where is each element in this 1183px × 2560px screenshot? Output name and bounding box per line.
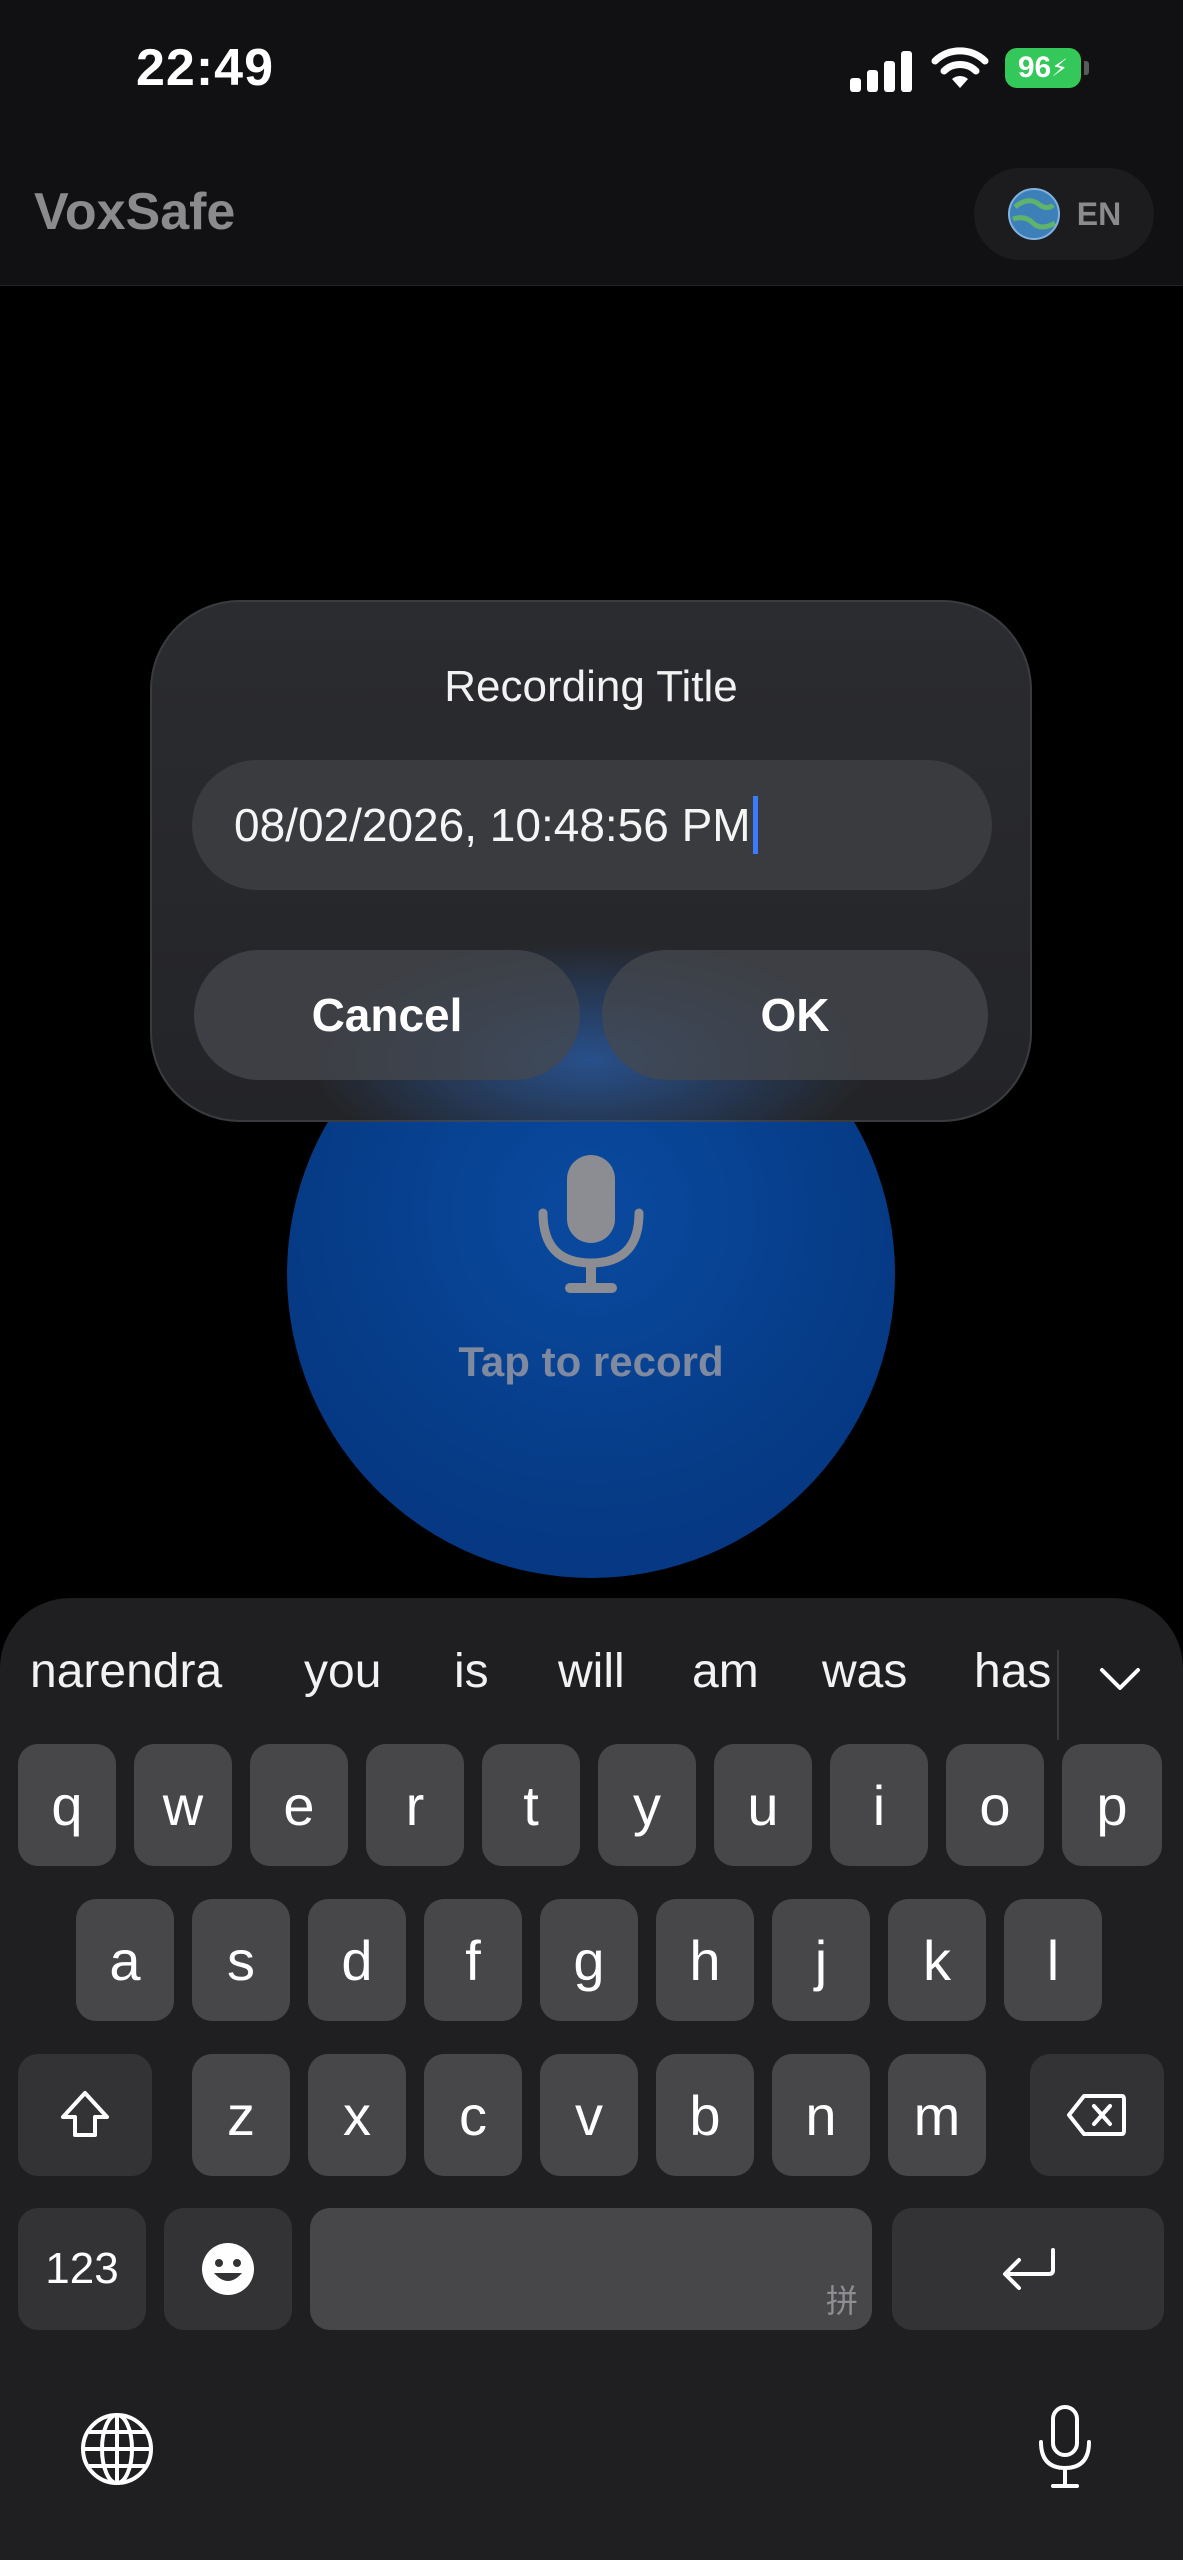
dialog-title: Recording Title [444,662,738,711]
globe-icon [1007,188,1060,240]
cancel-button[interactable]: Cancel [194,950,580,1080]
suggestion-item[interactable]: has [974,1644,1051,1699]
key-b[interactable]: b [656,2054,754,2176]
shift-key[interactable] [18,2054,152,2176]
battery-level: 96 [1017,51,1052,84]
key-i[interactable]: i [830,1744,928,1866]
key-z[interactable]: z [192,2054,290,2176]
numbers-key[interactable]: 123 [18,2208,146,2330]
suggestion-item[interactable]: narendra [30,1644,222,1699]
suggestion-item[interactable]: you [304,1644,381,1699]
status-bar: 22:49 96 ⚡ [0,0,1183,140]
app-title: VoxSafe [34,183,236,241]
key-k[interactable]: k [888,1899,986,2021]
tap-to-record-label: Tap to record [458,1338,724,1385]
key-x[interactable]: x [308,2054,406,2176]
emoji-key[interactable] [164,2208,292,2330]
app-header: VoxSafe EN [0,140,1183,286]
language-button[interactable]: EN [974,168,1154,260]
key-o[interactable]: o [946,1744,1044,1866]
key-r[interactable]: r [366,1744,464,1866]
key-v[interactable]: v [540,2054,638,2176]
shift-icon [61,2091,109,2137]
suggestion-item[interactable]: is [454,1644,489,1699]
ok-button[interactable]: OK [602,950,988,1080]
key-m[interactable]: m [888,2054,986,2176]
key-h[interactable]: h [656,1899,754,2021]
globe-keyboard-icon[interactable] [78,2410,156,2488]
suggestion-bar: narendra you is will am was has [0,1624,1183,1740]
emoji-icon [202,2243,254,2295]
backspace-icon [1067,2094,1126,2136]
key-f[interactable]: f [424,1899,522,2021]
key-c[interactable]: c [424,2054,522,2176]
suggestion-item[interactable]: will [558,1644,625,1699]
return-icon [1003,2248,1055,2290]
suggestion-item[interactable]: was [822,1644,907,1699]
suggestion-item[interactable]: am [692,1644,759,1699]
key-d[interactable]: d [308,1899,406,2021]
input-method-hint: 拼 [825,2283,858,2319]
input-value: 08/02/2026, 10:48:56 PM [234,799,751,851]
key-q[interactable]: q [18,1744,116,1866]
recording-title-input[interactable]: 08/02/2026, 10:48:56 PM [192,760,992,890]
space-key[interactable]: 拼 [310,2208,872,2330]
battery-icon: 96 ⚡ [1005,48,1089,88]
key-t[interactable]: t [482,1744,580,1866]
recording-title-dialog: Recording Title 08/02/2026, 10:48:56 PM … [150,600,1032,1122]
delete-key[interactable] [1030,2054,1164,2176]
return-key[interactable] [892,2208,1164,2330]
status-time: 22:49 [136,39,274,97]
cellular-signal-icon [850,50,912,92]
key-j[interactable]: j [772,1899,870,2021]
text-caret [752,796,758,854]
key-y[interactable]: y [598,1744,696,1866]
language-label: EN [1076,195,1122,232]
keyboard: narendra you is will am was has q w e r … [0,1598,1183,2560]
key-g[interactable]: g [540,1899,638,2021]
key-l[interactable]: l [1004,1899,1102,2021]
key-p[interactable]: p [1062,1744,1162,1866]
key-s[interactable]: s [192,1899,290,2021]
microphone-icon [538,1155,644,1293]
key-e[interactable]: e [250,1744,348,1866]
chevron-down-icon[interactable] [1098,1666,1142,1694]
key-u[interactable]: u [714,1744,812,1866]
suggestion-divider [1057,1650,1059,1740]
wifi-icon [931,47,989,88]
key-a[interactable]: a [76,1899,174,2021]
dictation-mic-icon[interactable] [1036,2404,1094,2490]
key-w[interactable]: w [134,1744,232,1866]
key-n[interactable]: n [772,2054,870,2176]
